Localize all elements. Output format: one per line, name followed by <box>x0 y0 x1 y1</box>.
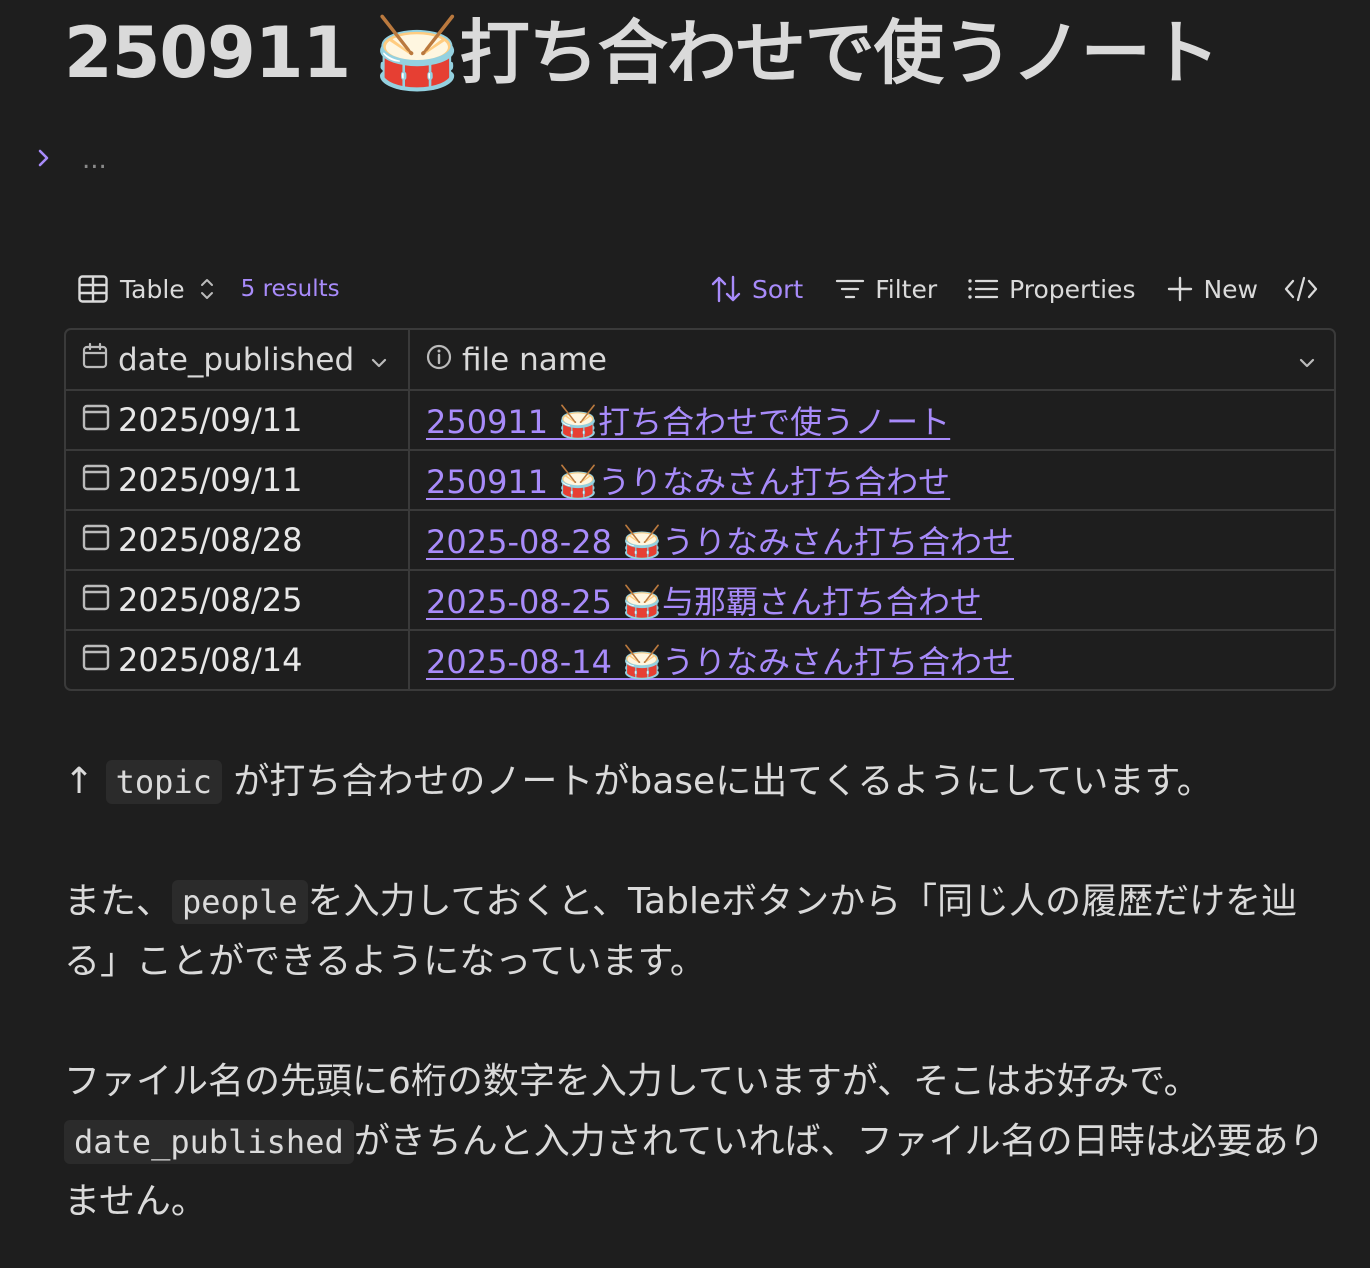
inline-code-date-published: date_published <box>64 1120 354 1164</box>
table-icon <box>78 275 108 303</box>
column-header-file-name[interactable]: file name <box>410 330 1334 389</box>
collapsed-callout[interactable]: ... <box>34 138 107 178</box>
paragraph-topic: ↑ topic が打ち合わせのノートがbaseに出てくるようにしています。 <box>64 752 1344 812</box>
list-icon <box>967 276 999 302</box>
calendar-icon <box>82 401 110 439</box>
column-header-date-published[interactable]: date_published <box>66 330 410 389</box>
filter-button[interactable]: Filter <box>835 275 937 304</box>
properties-button[interactable]: Properties <box>967 275 1135 304</box>
base-table: date_published file name 2025/09/11 2509… <box>64 328 1336 691</box>
view-switcher[interactable]: Table <box>64 275 215 304</box>
date-cell[interactable]: 2025/08/28 <box>66 511 410 569</box>
table-row: 2025/08/28 2025-08-28 🥁うりなみさん打ち合わせ <box>66 509 1334 569</box>
chevron-right-icon[interactable] <box>34 148 54 168</box>
date-value: 2025/09/11 <box>118 461 303 499</box>
properties-label: Properties <box>1009 274 1136 304</box>
date-cell[interactable]: 2025/09/11 <box>66 391 410 449</box>
date-cell[interactable]: 2025/08/14 <box>66 631 410 689</box>
calendar-icon <box>82 581 110 619</box>
callout-ellipsis: ... <box>82 145 107 175</box>
paragraph-filename: ファイル名の先頭に6桁の数字を入力していますが、そこはお好みで。 date_pub… <box>64 1052 1344 1232</box>
table-row: 2025/08/14 2025-08-14 🥁うりなみさん打ち合わせ <box>66 629 1334 689</box>
info-icon <box>426 342 452 378</box>
sort-label: Sort <box>751 274 804 304</box>
file-cell: 2025-08-14 🥁うりなみさん打ち合わせ <box>410 631 1334 689</box>
filter-icon <box>835 276 865 302</box>
paragraph-text: が打ち合わせのノートがbaseに出てくるようにしています。 <box>221 761 1213 802</box>
inline-code-topic: topic <box>105 760 222 804</box>
view-name: Table <box>120 274 185 304</box>
base-toolbar: Table 5 results Sort Filter Properties N… <box>64 266 1336 312</box>
file-cell: 250911 🥁打ち合わせで使うノート <box>410 391 1334 449</box>
date-value: 2025/09/11 <box>118 401 303 439</box>
file-link[interactable]: 2025-08-28 🥁うりなみさん打ち合わせ <box>426 517 1014 563</box>
date-cell[interactable]: 2025/08/25 <box>66 571 410 629</box>
new-label: New <box>1203 274 1258 304</box>
table-row: 2025/09/11 250911 🥁うりなみさん打ち合わせ <box>66 449 1334 509</box>
calendar-icon <box>82 521 110 559</box>
chevron-up-down-icon <box>199 276 215 302</box>
calendar-icon <box>82 461 110 499</box>
file-cell: 250911 🥁うりなみさん打ち合わせ <box>410 451 1334 509</box>
page-title: 250911 🥁打ち合わせで使うノート <box>64 12 1220 94</box>
up-arrow-text: ↑ <box>64 761 106 802</box>
file-link[interactable]: 2025-08-25 🥁与那覇さん打ち合わせ <box>426 577 982 623</box>
paragraph-people: また、 people を入力しておくと、Tableボタンから「同じ人の履歴だけを辿る… <box>64 872 1344 992</box>
results-count[interactable]: 5 results <box>241 276 340 302</box>
calendar-icon <box>82 641 110 679</box>
date-value: 2025/08/14 <box>118 641 303 679</box>
table-row: 2025/09/11 250911 🥁打ち合わせで使うノート <box>66 389 1334 449</box>
embed-code-button[interactable] <box>1284 275 1318 303</box>
date-value: 2025/08/28 <box>118 521 303 559</box>
code-icon <box>1284 275 1318 303</box>
table-header-row: date_published file name <box>66 330 1334 389</box>
calendar-icon <box>82 342 108 378</box>
paragraph-text: また、 <box>64 881 173 922</box>
date-value: 2025/08/25 <box>118 581 303 619</box>
sort-button[interactable]: Sort <box>710 274 803 304</box>
date-cell[interactable]: 2025/09/11 <box>66 451 410 509</box>
chevron-down-icon[interactable] <box>1298 342 1316 378</box>
plus-icon <box>1167 276 1193 302</box>
new-button[interactable]: New <box>1167 275 1258 304</box>
sort-arrows-icon <box>710 274 742 304</box>
inline-code-people: people <box>172 880 308 924</box>
file-link[interactable]: 2025-08-14 🥁うりなみさん打ち合わせ <box>426 637 1014 683</box>
column-label: file name <box>462 341 607 378</box>
file-cell: 2025-08-25 🥁与那覇さん打ち合わせ <box>410 571 1334 629</box>
file-link[interactable]: 250911 🥁うりなみさん打ち合わせ <box>426 457 950 503</box>
column-label: date_published <box>118 341 355 378</box>
table-row: 2025/08/25 2025-08-25 🥁与那覇さん打ち合わせ <box>66 569 1334 629</box>
chevron-down-icon[interactable] <box>370 342 388 378</box>
file-link[interactable]: 250911 🥁打ち合わせで使うノート <box>426 397 950 443</box>
paragraph-text: ファイル名の先頭に6桁の数字を入力していますが、そこはお好みで。 <box>64 1061 1200 1102</box>
filter-label: Filter <box>875 274 938 304</box>
file-cell: 2025-08-28 🥁うりなみさん打ち合わせ <box>410 511 1334 569</box>
